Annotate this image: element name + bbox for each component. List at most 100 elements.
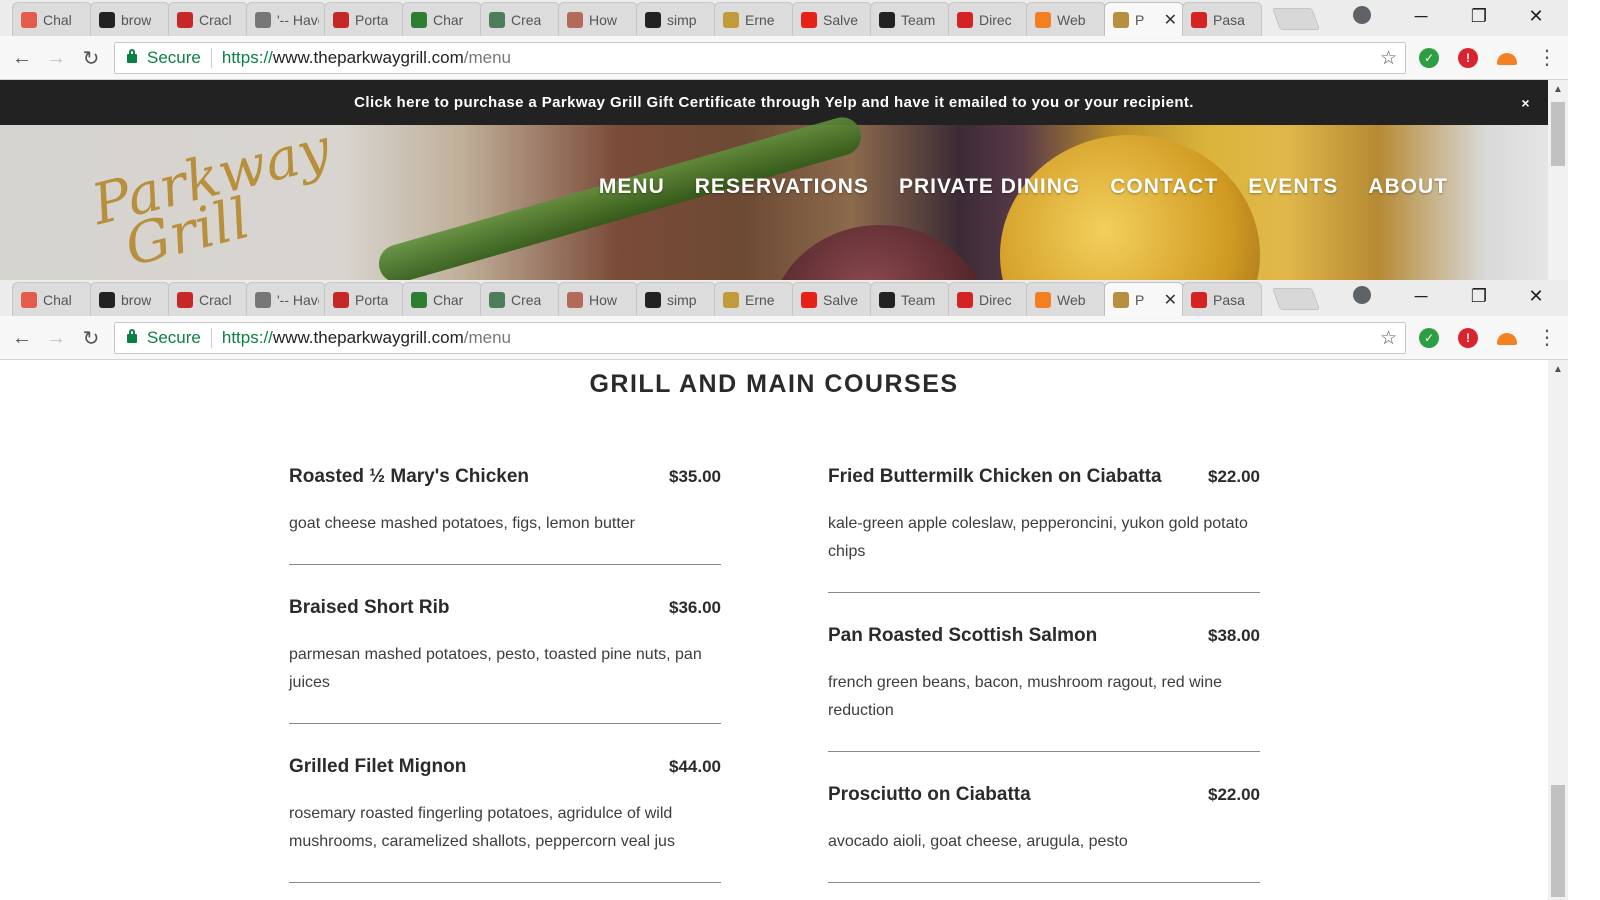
url-text[interactable]: https://www.theparkwaygrill.com/menu xyxy=(222,328,511,348)
yelp-icon xyxy=(957,291,973,308)
browser-tab[interactable]: Chal xyxy=(12,2,92,36)
d-logo-icon xyxy=(177,291,193,308)
browser-menu-icon[interactable]: ⋮ xyxy=(1537,326,1557,350)
browser-tab[interactable]: Pasa xyxy=(1182,282,1262,316)
close-window-icon[interactable]: ✕ xyxy=(1513,0,1559,32)
browser-tab[interactable]: Chal xyxy=(12,282,92,316)
vertical-scrollbar[interactable]: ▲ xyxy=(1548,360,1568,900)
back-icon[interactable]: ← xyxy=(10,46,34,70)
close-window-icon[interactable]: ✕ xyxy=(1513,280,1559,312)
browser-tab[interactable]: brow xyxy=(90,2,170,36)
restore-icon[interactable]: ❐ xyxy=(1456,0,1502,32)
reload-icon[interactable]: ↻ xyxy=(79,46,103,70)
tab-title: simp xyxy=(667,11,697,28)
browser-menu-icon[interactable]: ⋮ xyxy=(1537,46,1557,70)
scroll-up-arrow-icon[interactable]: ▲ xyxy=(1553,84,1563,95)
browser-tab[interactable]: How xyxy=(558,2,638,36)
browser-tab[interactable]: Char xyxy=(402,2,482,36)
new-tab-button[interactable] xyxy=(1271,288,1321,310)
profile-icon[interactable] xyxy=(1353,6,1371,24)
tab-title: Cracl xyxy=(199,291,232,308)
nav-reservations[interactable]: RESERVATIONS xyxy=(695,175,869,199)
scroll-up-arrow-icon[interactable]: ▲ xyxy=(1553,364,1563,375)
d-logo-icon xyxy=(177,11,193,28)
browser-tab[interactable]: Cracl xyxy=(168,282,248,316)
divider xyxy=(210,328,212,348)
tab-title: brow xyxy=(121,291,152,308)
github-icon xyxy=(99,11,115,28)
adblock-extension-icon[interactable]: ! xyxy=(1458,48,1478,68)
nav-private-dining[interactable]: PRIVATE DINING xyxy=(899,175,1080,199)
scrollbar-thumb[interactable] xyxy=(1551,102,1565,166)
new-tab-button[interactable] xyxy=(1271,8,1321,30)
browser-tab[interactable]: Crea xyxy=(480,282,560,316)
profile-icon[interactable] xyxy=(1353,286,1371,304)
browser-tab[interactable]: '-- Have xyxy=(246,282,326,316)
address-bar[interactable]: Secure https://www.theparkwaygrill.com/me… xyxy=(114,322,1406,354)
restore-icon[interactable]: ❐ xyxy=(1456,280,1502,312)
browser-tab[interactable]: brow xyxy=(90,282,170,316)
browser-tab[interactable]: Porta xyxy=(324,282,404,316)
browser-tab[interactable]: P ✕ xyxy=(1104,2,1184,36)
back-icon[interactable]: ← xyxy=(10,326,34,350)
forward-icon[interactable]: → xyxy=(44,326,68,350)
browser-tab[interactable]: Web xyxy=(1026,2,1106,36)
avatar-icon xyxy=(567,291,583,308)
minimize-icon[interactable]: ─ xyxy=(1398,280,1444,312)
browser-tab[interactable]: Salve xyxy=(792,282,872,316)
browser-tab[interactable]: P ✕ xyxy=(1104,282,1184,316)
browser-tab[interactable]: Web xyxy=(1026,282,1106,316)
tab-title: Direc xyxy=(979,11,1012,28)
nav-menu[interactable]: MENU xyxy=(599,175,665,199)
forward-icon[interactable]: → xyxy=(44,46,68,70)
adblock-extension-icon[interactable]: ! xyxy=(1458,328,1478,348)
browser-tab[interactable]: Char xyxy=(402,282,482,316)
cloud-extension-icon[interactable] xyxy=(1497,53,1517,65)
tab-close-icon[interactable]: ✕ xyxy=(1160,290,1177,310)
bookmark-star-icon[interactable]: ☆ xyxy=(1380,47,1397,70)
tab-title: '-- Have xyxy=(277,291,319,308)
tab-title: Crea xyxy=(511,11,542,28)
browser-tab[interactable]: Crea xyxy=(480,2,560,36)
browser-tab[interactable]: Pasa xyxy=(1182,2,1262,36)
grammar-check-extension-icon[interactable]: ✓ xyxy=(1419,48,1439,68)
quote-icon xyxy=(255,291,271,308)
browser-tab[interactable]: Team xyxy=(870,2,950,36)
browser-tab[interactable]: '-- Have xyxy=(246,2,326,36)
browser-tab[interactable]: Erne xyxy=(714,2,794,36)
tab-title: How xyxy=(589,291,618,308)
item-price: $36.00 xyxy=(669,598,721,617)
reload-icon[interactable]: ↻ xyxy=(79,326,103,350)
nav-contact[interactable]: CONTACT xyxy=(1110,175,1218,199)
address-bar[interactable]: Secure https://www.theparkwaygrill.com/me… xyxy=(114,42,1406,74)
browser-tab[interactable]: Direc xyxy=(948,2,1028,36)
parkway-grill-logo[interactable]: Parkway Grill xyxy=(86,116,346,279)
url-text[interactable]: https://www.theparkwaygrill.com/menu xyxy=(222,48,511,68)
nav-events[interactable]: EVENTS xyxy=(1248,175,1338,199)
browser-tab[interactable]: Cracl xyxy=(168,2,248,36)
browser-tab[interactable]: Erne xyxy=(714,282,794,316)
tab-strip: Chal brow Cracl '-- Have Porta Char Crea How sim… xyxy=(0,0,1600,36)
cloud-icon xyxy=(1035,11,1051,28)
browser-tab[interactable]: How xyxy=(558,282,638,316)
cloud-extension-icon[interactable] xyxy=(1497,333,1517,345)
minimize-icon[interactable]: ─ xyxy=(1398,0,1444,32)
bookmark-star-icon[interactable]: ☆ xyxy=(1380,327,1397,350)
browser-tab[interactable]: Porta xyxy=(324,2,404,36)
banner-close-button[interactable]: × xyxy=(1521,95,1530,111)
browser-tab[interactable]: simp xyxy=(636,282,716,316)
tab-title: brow xyxy=(121,11,152,28)
gift-certificate-banner[interactable]: Click here to purchase a Parkway Grill G… xyxy=(0,80,1548,125)
banner-text[interactable]: Click here to purchase a Parkway Grill G… xyxy=(354,94,1194,111)
browser-tab[interactable]: Salve xyxy=(792,2,872,36)
browser-tab[interactable]: Direc xyxy=(948,282,1028,316)
browser-tab[interactable]: simp xyxy=(636,2,716,36)
tab-close-icon[interactable]: ✕ xyxy=(1160,10,1177,30)
browser-toolbar: ← → ↻ Secure https://www.theparkwaygrill.com… xyxy=(0,316,1600,360)
grammar-check-extension-icon[interactable]: ✓ xyxy=(1419,328,1439,348)
nav-about[interactable]: ABOUT xyxy=(1368,175,1448,199)
vertical-scrollbar-top[interactable]: ▲ xyxy=(1548,80,1568,280)
scrollbar-thumb[interactable] xyxy=(1551,785,1565,897)
tab-title: Web xyxy=(1057,11,1086,28)
browser-tab[interactable]: Team xyxy=(870,282,950,316)
